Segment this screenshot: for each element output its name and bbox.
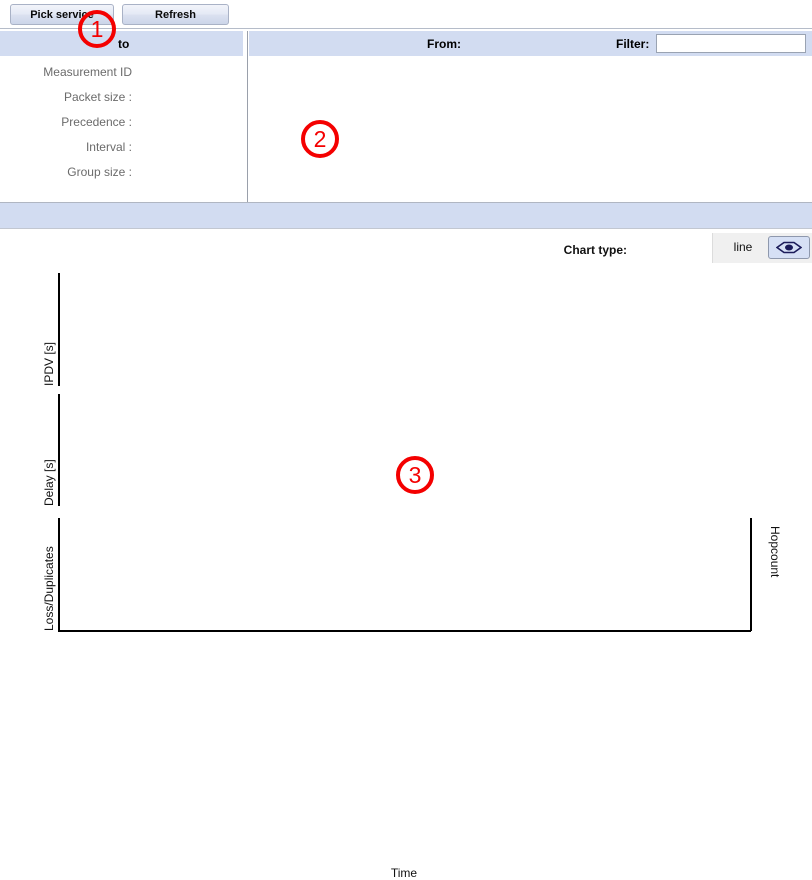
hopcount-y-axis-line	[750, 518, 752, 631]
x-axis-line	[58, 630, 751, 632]
chart-type-toggle-button[interactable]	[768, 236, 810, 259]
field-label-interval: Interval :	[85, 140, 132, 154]
section-separator-band	[0, 202, 812, 228]
x-axis-title: Time	[390, 866, 418, 880]
measurement-list-header: From: Filter:	[249, 31, 812, 56]
hopcount-axis-title: Hopcount	[768, 526, 782, 578]
toolbar: Pick service Refresh	[0, 0, 812, 28]
delay-y-axis-line	[58, 394, 60, 506]
delay-axis-title: Delay [s]	[42, 459, 56, 506]
chart-type-value: line	[733, 240, 753, 254]
chart-panel: Chart type: line IPDV [s] Delay [s] Loss…	[0, 228, 812, 880]
field-label-precedence: Precedence :	[61, 115, 132, 129]
source-destination-header: to	[0, 31, 243, 56]
refresh-button[interactable]: Refresh	[122, 4, 229, 25]
panel-divider	[247, 31, 248, 203]
field-label-group-size: Group size :	[67, 165, 132, 179]
field-label-packet-size: Packet size :	[63, 90, 132, 104]
pick-service-button[interactable]: Pick service	[10, 4, 114, 25]
ipdv-y-axis-line	[58, 273, 60, 386]
measurement-info-panel: to From: Filter: Measurement ID Packet s…	[0, 28, 812, 203]
from-column-label: From:	[427, 37, 461, 51]
field-label-measurement-id: Measurement ID	[43, 65, 132, 79]
loss-duplicates-axis-title: Loss/Duplicates	[42, 546, 56, 631]
diamond-expand-icon	[769, 241, 809, 254]
ipdv-axis-title: IPDV [s]	[42, 341, 56, 386]
filter-input[interactable]	[656, 34, 806, 53]
to-label: to	[118, 37, 130, 51]
filter-label: Filter:	[616, 37, 650, 51]
loss-duplicates-y-axis-line	[58, 518, 60, 631]
chart-type-label: Chart type:	[563, 243, 627, 257]
chart-type-control: line	[712, 233, 812, 263]
